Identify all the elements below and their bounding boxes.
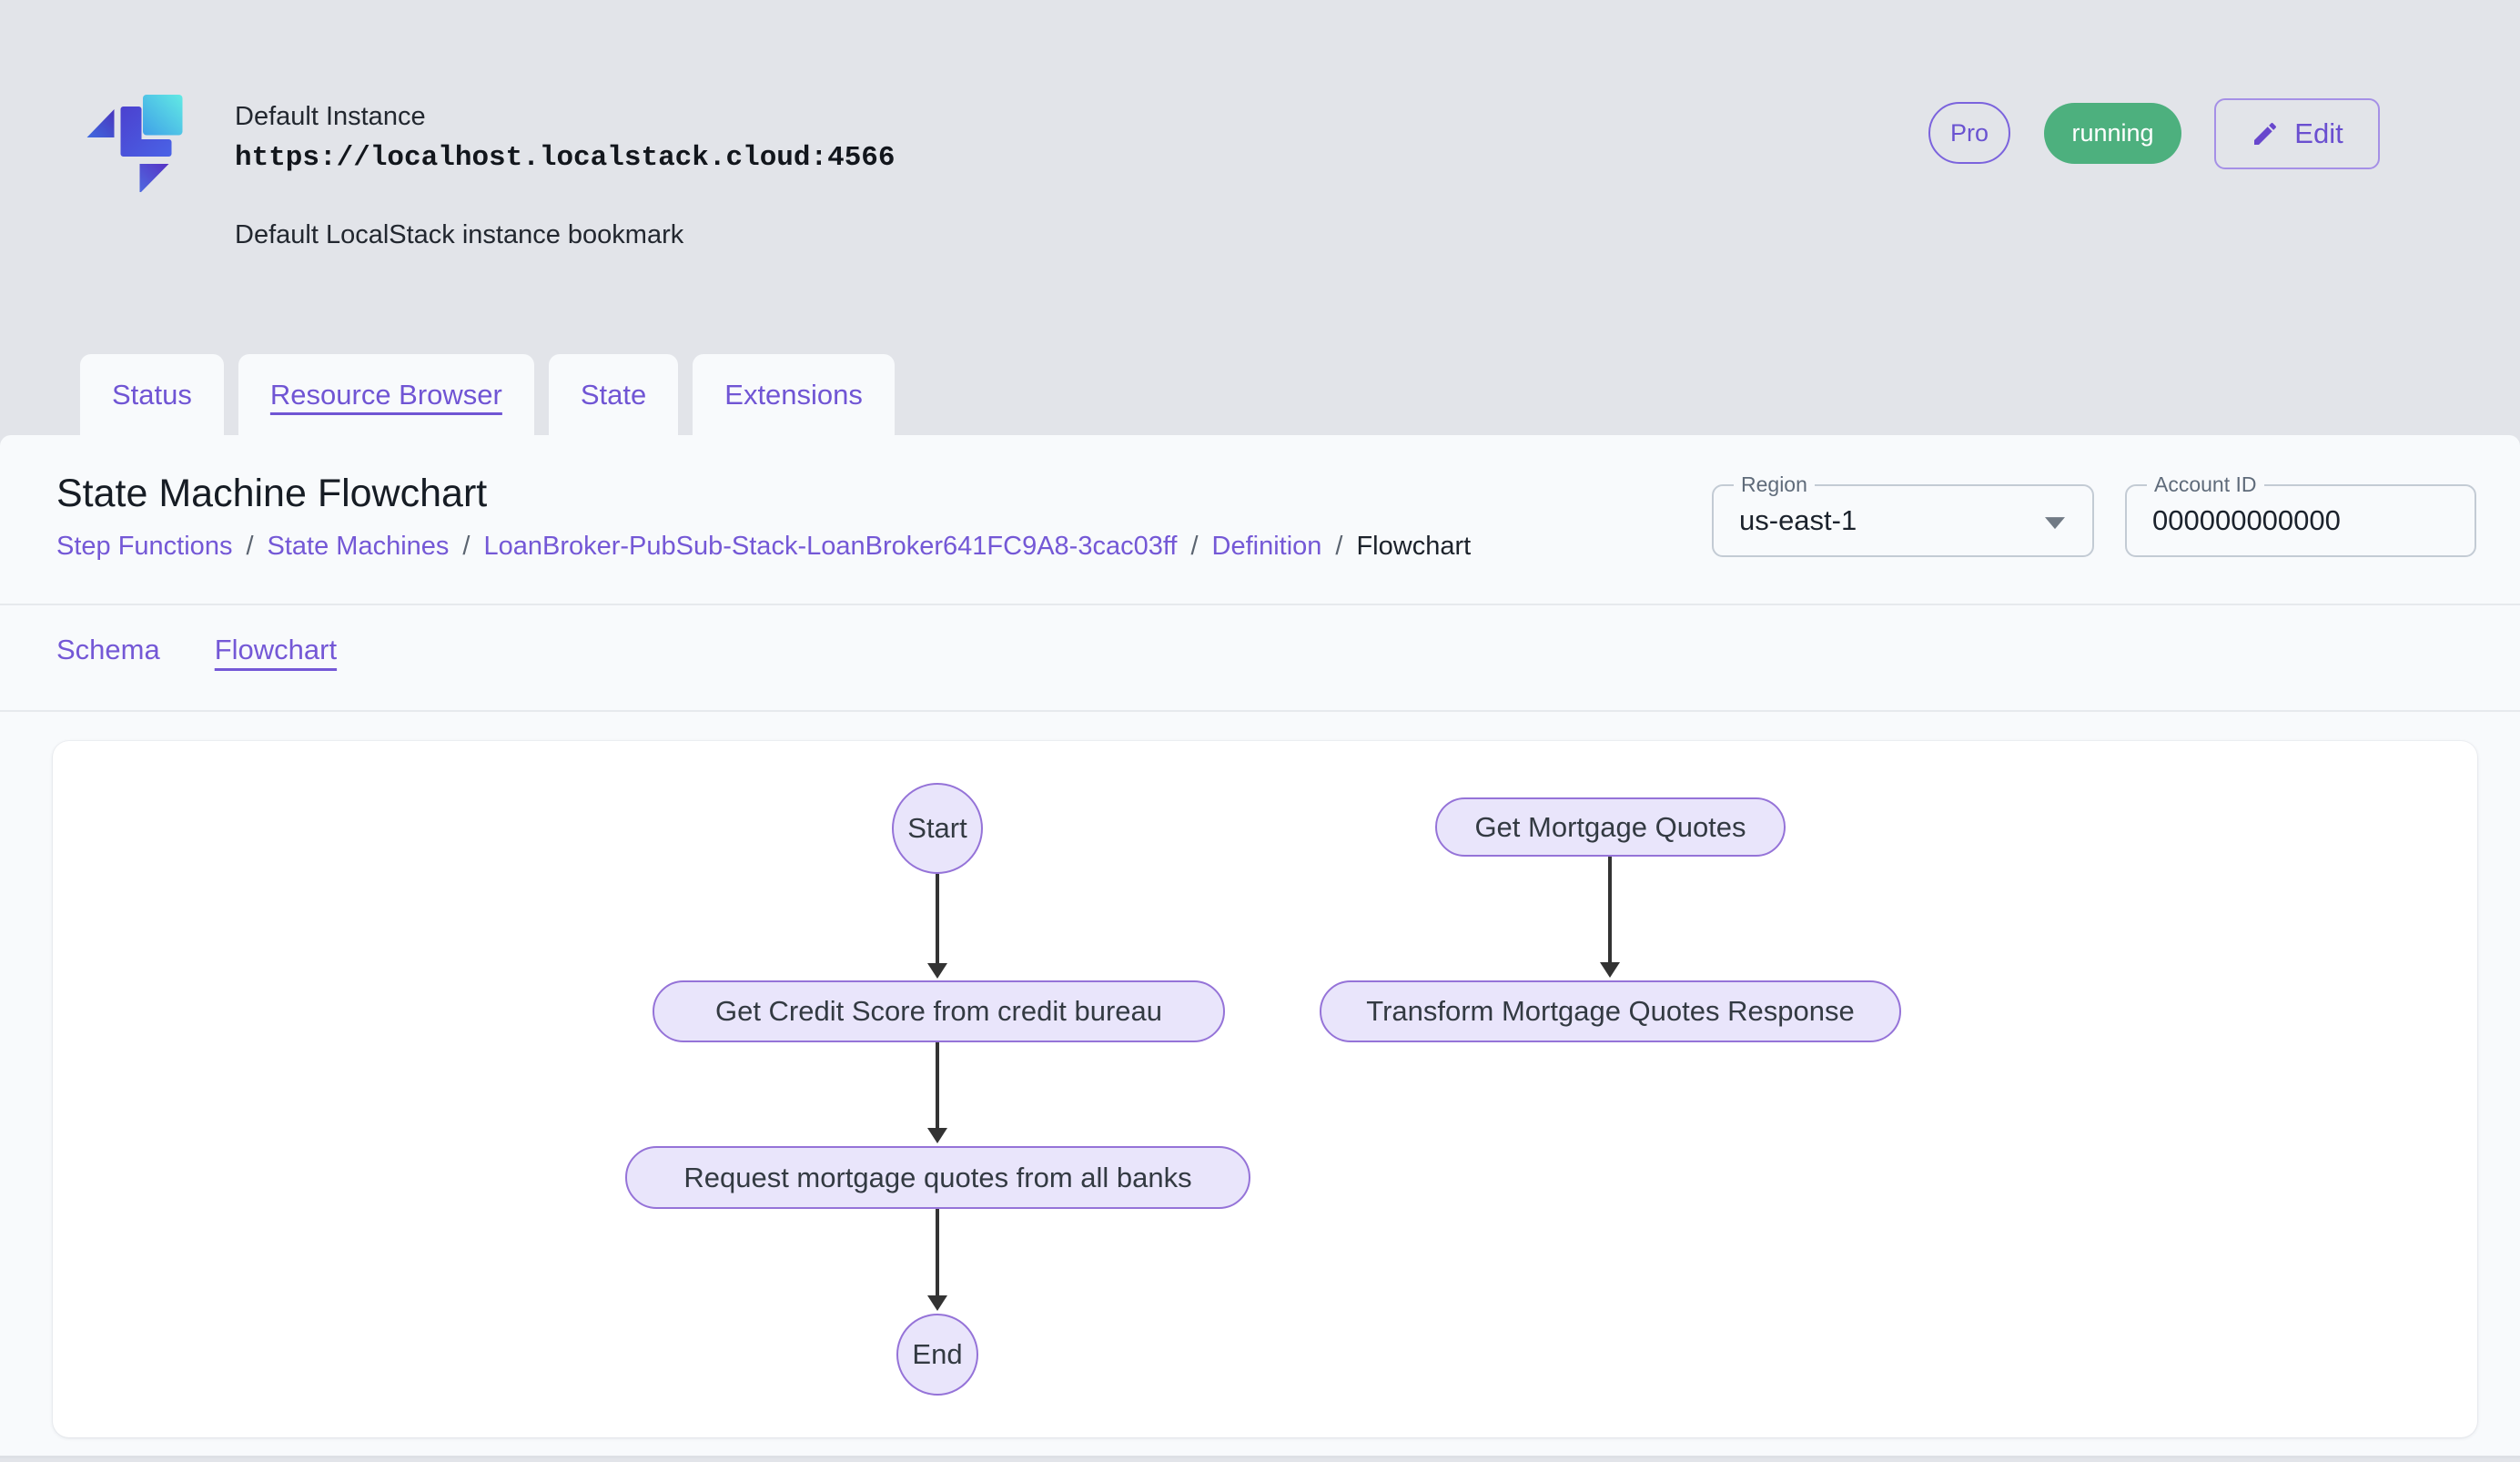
flow-node-label: Start <box>907 812 967 845</box>
flow-edge-request-end <box>936 1209 939 1297</box>
region-value: us-east-1 <box>1739 504 1857 537</box>
flow-edge-credit-request <box>936 1042 939 1130</box>
flow-node-label: Get Mortgage Quotes <box>1474 811 1746 844</box>
tab-extensions[interactable]: Extensions <box>693 354 895 435</box>
pro-badge: Pro <box>1928 102 2010 164</box>
breadcrumb-separator: / <box>246 532 253 562</box>
instance-name: Default Instance <box>235 102 426 132</box>
chevron-down-icon <box>2045 517 2065 529</box>
flow-node-start[interactable]: Start <box>892 783 983 874</box>
edit-button[interactable]: Edit <box>2214 98 2380 169</box>
edit-button-label: Edit <box>2294 117 2343 150</box>
tab-state[interactable]: State <box>549 354 678 435</box>
status-badge: running <box>2044 103 2181 164</box>
breadcrumb-separator: / <box>462 532 470 562</box>
subtab-schema[interactable]: Schema <box>56 634 160 675</box>
breadcrumb: Step Functions / State Machines / LoanBr… <box>56 532 1471 562</box>
account-id-label: Account ID <box>2147 472 2264 497</box>
tab-label: Status <box>112 379 192 411</box>
localstack-logo <box>86 95 183 195</box>
flow-edge-start-credit <box>936 874 939 965</box>
flow-node-label: Request mortgage quotes from all banks <box>683 1162 1191 1194</box>
main-tabs: Status Resource Browser State Extensions <box>80 354 895 435</box>
flow-edge-quotes-transform <box>1608 857 1612 964</box>
header-divider <box>0 604 2520 605</box>
flowchart-card: Start Get Credit Score from credit burea… <box>53 741 2477 1437</box>
definition-subtabs: Schema Flowchart <box>56 634 337 675</box>
breadcrumb-state-machine-id[interactable]: LoanBroker-PubSub-Stack-LoanBroker641FC9… <box>483 532 1177 562</box>
flow-node-label: Get Credit Score from credit bureau <box>715 995 1162 1028</box>
account-id-input[interactable]: Account ID 000000000000 <box>2125 484 2476 557</box>
subtab-flowchart[interactable]: Flowchart <box>215 634 337 675</box>
breadcrumb-state-machines[interactable]: State Machines <box>268 532 450 562</box>
region-label: Region <box>1734 472 1815 497</box>
instance-description: Default LocalStack instance bookmark <box>235 220 683 250</box>
breadcrumb-step-functions[interactable]: Step Functions <box>56 532 232 562</box>
page-title: State Machine Flowchart <box>56 472 487 516</box>
instance-url: https://localhost.localstack.cloud:4566 <box>235 142 896 174</box>
pencil-icon <box>2251 119 2280 148</box>
breadcrumb-separator: / <box>1335 532 1342 562</box>
account-id-value: 000000000000 <box>2152 504 2341 537</box>
panel-bottom-divider <box>0 1456 2520 1458</box>
flow-node-label: Transform Mortgage Quotes Response <box>1366 995 1854 1028</box>
region-select[interactable]: Region us-east-1 <box>1712 484 2094 557</box>
flow-node-end[interactable]: End <box>896 1314 978 1396</box>
subtab-divider <box>0 710 2520 712</box>
breadcrumb-definition[interactable]: Definition <box>1212 532 1322 562</box>
flow-node-label: End <box>912 1338 962 1371</box>
resource-browser-panel: State Machine Flowchart Step Functions /… <box>0 435 2520 1458</box>
flow-node-get-mortgage-quotes[interactable]: Get Mortgage Quotes <box>1435 797 1786 857</box>
breadcrumb-flowchart: Flowchart <box>1356 532 1471 562</box>
tab-label: Resource Browser <box>270 379 502 411</box>
flow-node-request-quotes[interactable]: Request mortgage quotes from all banks <box>625 1146 1250 1209</box>
breadcrumb-separator: / <box>1190 532 1198 562</box>
flow-node-transform-response[interactable]: Transform Mortgage Quotes Response <box>1320 980 1901 1042</box>
tab-status[interactable]: Status <box>80 354 224 435</box>
tab-label: State <box>581 379 646 411</box>
tab-label: Extensions <box>724 379 863 411</box>
tab-resource-browser[interactable]: Resource Browser <box>238 354 534 435</box>
flow-node-get-credit-score[interactable]: Get Credit Score from credit bureau <box>653 980 1225 1042</box>
